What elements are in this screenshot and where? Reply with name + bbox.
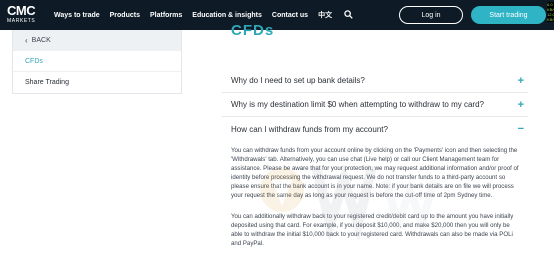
network-speed-widget: 6.0 KB/s 12.0 KB/s (547, 2, 554, 22)
faq-question-text: Why is my destination limit $0 when atte… (231, 100, 484, 109)
search-icon[interactable] (344, 9, 353, 21)
nav-education-insights[interactable]: Education & insights (192, 12, 262, 19)
cmc-markets-logo[interactable]: CMC MARKETS (7, 4, 39, 26)
nav-products[interactable]: Products (110, 12, 140, 19)
sidebar-item-share-trading[interactable]: Share Trading (13, 72, 181, 93)
nav-platforms[interactable]: Platforms (150, 12, 182, 19)
faq-item-expanded: How can I withdraw funds from my account… (222, 117, 528, 248)
faq-question-text: How can I withdraw funds from my account… (231, 124, 388, 134)
faq-question-destination-limit[interactable]: Why is my destination limit $0 when atte… (222, 93, 528, 117)
expand-plus-icon[interactable]: + (518, 99, 524, 111)
faq-item: Why is my destination limit $0 when atte… (222, 93, 528, 117)
main-nav: Ways to trade Products Platforms Educati… (54, 0, 353, 30)
expand-plus-icon[interactable]: + (518, 75, 524, 87)
upload-speed: 6.0 KB/s (547, 2, 554, 12)
answer-paragraph: You can withdraw funds from your account… (231, 147, 519, 199)
chevron-left-icon: ‹ (25, 36, 28, 45)
help-sidebar: ‹ BACK CFDs Share Trading (12, 30, 182, 94)
answer-paragraph: You can additionally withdraw back to yo… (231, 213, 514, 247)
faq-answer: You can withdraw funds from your account… (222, 141, 528, 248)
page-title: CFDs (231, 22, 275, 39)
sidebar-item-cfds[interactable]: CFDs (13, 51, 181, 72)
top-navigation-bar: CMC MARKETS Ways to trade Products Platf… (0, 0, 554, 30)
faq-item: Why do I need to set up bank details? + (222, 69, 528, 93)
back-link[interactable]: ‹ BACK (13, 30, 181, 51)
back-label: BACK (31, 37, 51, 44)
faq-question-text: Why do I need to set up bank details? (231, 76, 365, 85)
download-speed: 12.0 KB/s (547, 12, 554, 22)
faq-question-bank-details[interactable]: Why do I need to set up bank details? + (222, 69, 528, 93)
login-button[interactable]: Log in (399, 6, 463, 24)
collapse-minus-icon[interactable]: − (518, 123, 524, 135)
nav-contact-us[interactable]: Contact us (272, 12, 308, 19)
logo-text: CMC (7, 3, 36, 18)
nav-chinese-language[interactable]: 中文 (318, 10, 332, 20)
faq-question-withdraw-funds[interactable]: How can I withdraw funds from my account… (222, 117, 528, 141)
nav-ways-to-trade[interactable]: Ways to trade (54, 12, 100, 19)
start-trading-button[interactable]: Start trading (471, 6, 546, 24)
logo-subtext: MARKETS (7, 18, 36, 24)
